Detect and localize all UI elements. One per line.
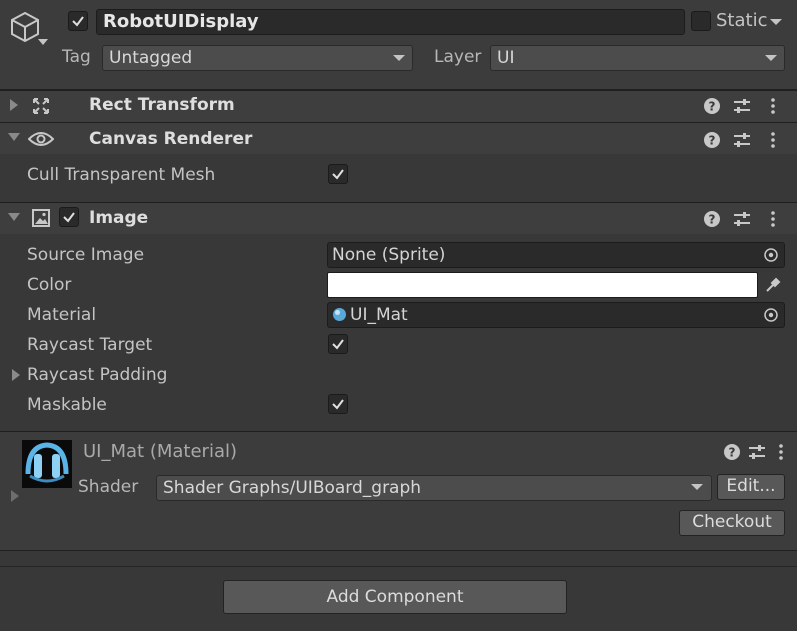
shader-value: Shader Graphs/UIBoard_graph — [163, 478, 422, 498]
help-icon[interactable]: ? — [703, 210, 721, 228]
material-field[interactable]: UI_Mat — [327, 302, 785, 328]
checkmark-icon — [332, 339, 344, 350]
source-image-label: Source Image — [27, 245, 145, 265]
object-picker-icon[interactable] — [763, 307, 779, 323]
material-value: UI_Mat — [350, 305, 408, 325]
maskable-checkbox[interactable] — [328, 394, 348, 414]
canvas-renderer-title: Canvas Renderer — [89, 129, 253, 149]
tag-dropdown-arrow-icon — [393, 55, 405, 61]
rect-transform-title: Rect Transform — [89, 95, 235, 115]
tag-value: Untagged — [109, 48, 193, 68]
canvas-renderer-eye-icon — [28, 132, 54, 146]
layer-dropdown[interactable]: UI — [490, 45, 785, 71]
section-divider — [0, 566, 797, 567]
gameobject-cube-icon[interactable] — [8, 10, 42, 44]
raycast-padding-foldout-icon[interactable] — [11, 369, 21, 381]
help-icon[interactable]: ? — [723, 443, 741, 461]
svg-text:?: ? — [709, 134, 716, 148]
color-label: Color — [27, 275, 72, 295]
checkmark-icon — [72, 16, 84, 27]
static-checkbox[interactable] — [691, 11, 711, 31]
image-component-icon — [32, 209, 50, 227]
foldout-expanded-icon[interactable] — [8, 212, 20, 222]
cull-transparent-mesh-label: Cull Transparent Mesh — [27, 165, 216, 185]
cull-transparent-mesh-checkbox[interactable] — [328, 164, 348, 184]
svg-text:?: ? — [729, 446, 736, 460]
shader-dropdown-arrow-icon — [691, 484, 703, 490]
shader-dropdown[interactable]: Shader Graphs/UIBoard_graph — [156, 475, 712, 501]
rect-transform-icon — [33, 98, 49, 114]
add-component-button[interactable]: Add Component — [223, 580, 567, 614]
maskable-label: Maskable — [27, 395, 107, 415]
presets-icon[interactable] — [748, 443, 766, 461]
svg-text:?: ? — [709, 213, 716, 227]
source-image-value: None (Sprite) — [332, 245, 446, 265]
presets-icon[interactable] — [733, 210, 751, 228]
kebab-menu-icon[interactable] — [764, 97, 782, 115]
svg-text:?: ? — [709, 100, 716, 114]
help-icon[interactable]: ? — [703, 97, 721, 115]
kebab-menu-icon[interactable] — [764, 210, 782, 228]
active-checkbox[interactable] — [68, 11, 88, 31]
static-label[interactable]: Static — [716, 10, 767, 31]
image-enabled-checkbox[interactable] — [59, 207, 79, 227]
color-swatch[interactable] — [327, 272, 758, 298]
material-title: UI_Mat (Material) — [83, 441, 237, 462]
static-dropdown-arrow-icon[interactable] — [770, 18, 782, 26]
material-sphere-icon — [333, 308, 346, 321]
checkmark-icon — [332, 399, 344, 410]
material-foldout-icon[interactable] — [10, 490, 20, 502]
raycast-padding-label[interactable]: Raycast Padding — [27, 365, 167, 385]
source-image-field[interactable]: None (Sprite) — [327, 242, 785, 268]
shader-label: Shader — [78, 477, 139, 497]
object-name-field[interactable]: RobotUIDisplay — [96, 9, 685, 35]
tag-label: Tag — [62, 47, 91, 67]
checkmark-icon — [332, 169, 344, 180]
raycast-target-label: Raycast Target — [27, 335, 153, 355]
kebab-menu-icon[interactable] — [772, 443, 790, 461]
eyedropper-icon[interactable] — [764, 276, 782, 294]
checkmark-icon — [63, 212, 75, 223]
layer-value: UI — [497, 48, 515, 68]
object-picker-icon[interactable] — [763, 247, 779, 263]
edit-shader-button[interactable]: Edit... — [717, 474, 785, 500]
section-divider — [0, 550, 797, 551]
layer-label: Layer — [434, 47, 482, 67]
kebab-menu-icon[interactable] — [764, 131, 782, 149]
presets-icon[interactable] — [733, 131, 751, 149]
tag-dropdown[interactable]: Untagged — [102, 45, 413, 71]
help-icon[interactable]: ? — [703, 131, 721, 149]
material-preview-thumbnail-icon — [22, 440, 72, 488]
foldout-expanded-icon[interactable] — [8, 132, 20, 142]
foldout-collapsed-icon[interactable] — [9, 99, 19, 111]
presets-icon[interactable] — [733, 97, 751, 115]
raycast-target-checkbox[interactable] — [328, 334, 348, 354]
image-component-title: Image — [89, 208, 149, 228]
material-label: Material — [27, 305, 97, 325]
checkout-button[interactable]: Checkout — [679, 510, 785, 536]
layer-dropdown-arrow-icon — [765, 55, 777, 61]
icon-dropdown-arrow-icon[interactable] — [38, 38, 48, 46]
